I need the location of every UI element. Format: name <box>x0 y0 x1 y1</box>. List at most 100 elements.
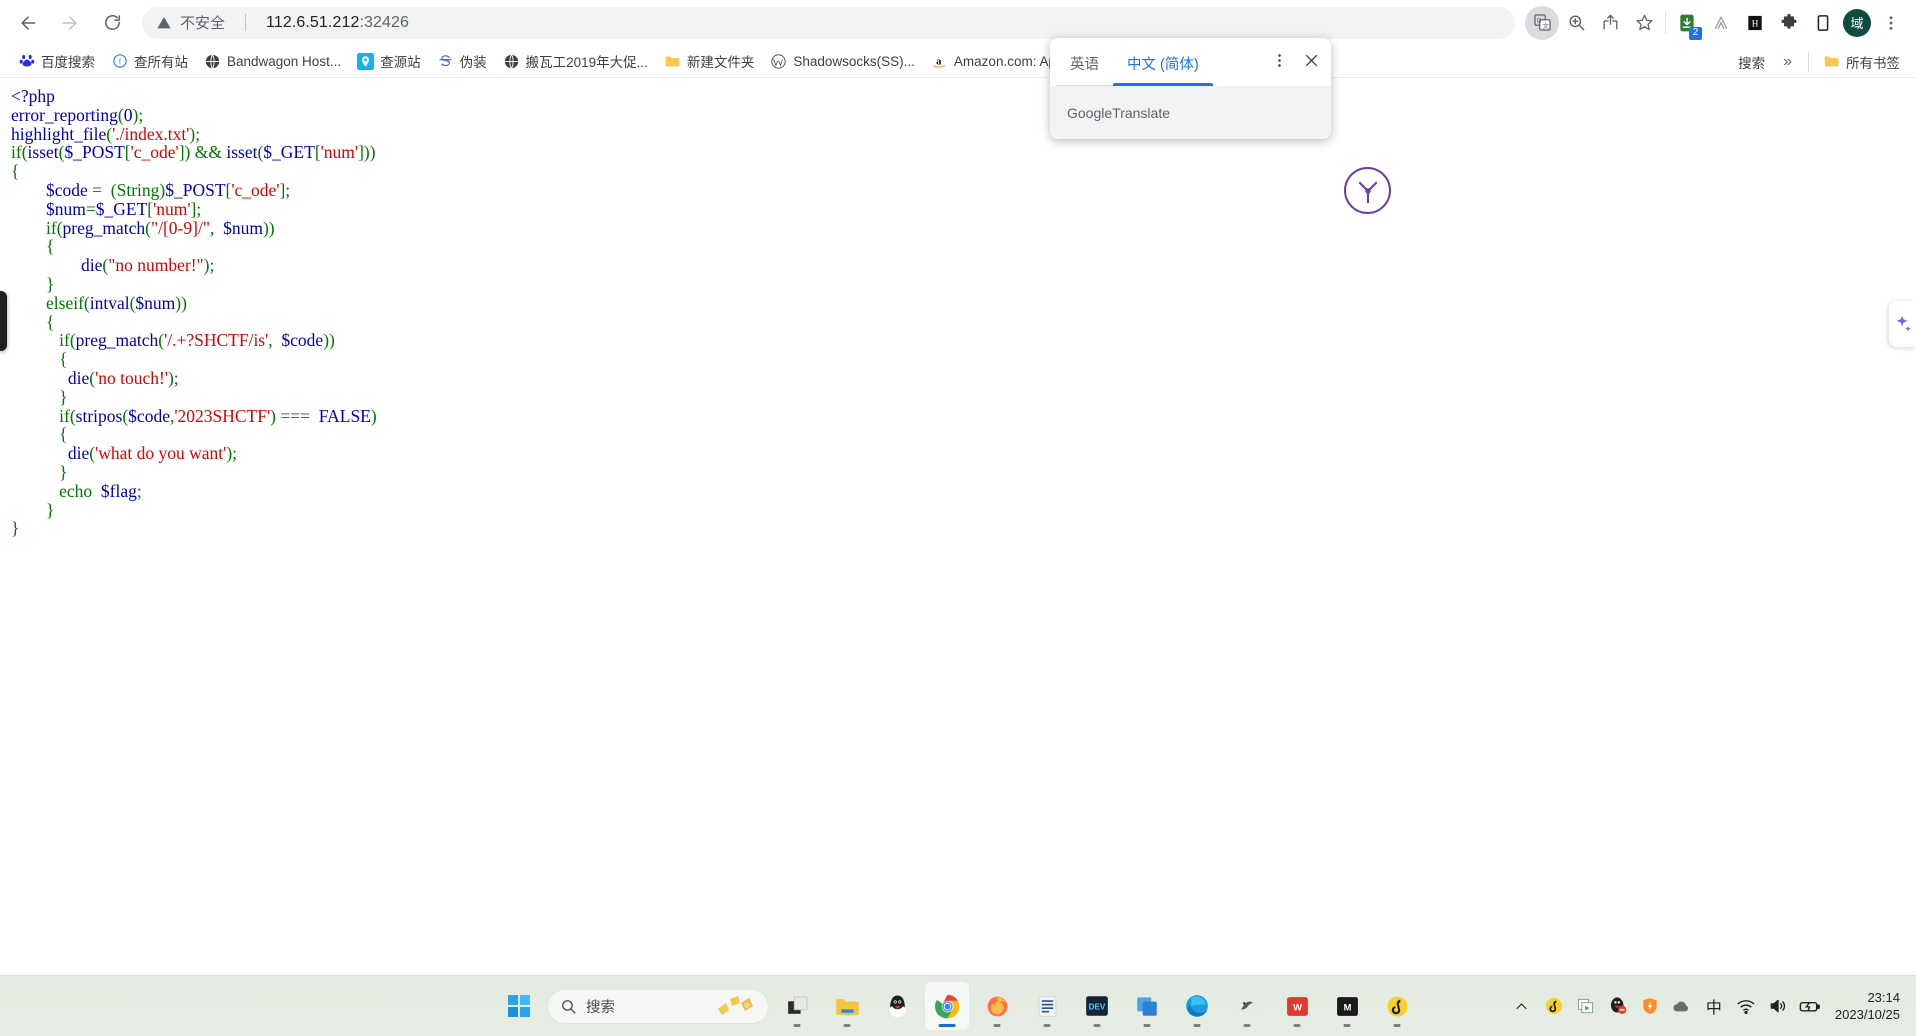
taskbar-netease[interactable] <box>1375 982 1419 1030</box>
bookmark-item[interactable]: Bandwagon Host... <box>196 50 349 73</box>
bookmark-label: 百度搜索 <box>41 55 95 70</box>
taskbar-file-explorer[interactable] <box>825 982 869 1030</box>
translate-tab-target[interactable]: 中文 (简体) <box>1113 40 1213 86</box>
bookmark-item[interactable]: 搬瓦工2019年大促... <box>495 48 656 74</box>
chrome-menu-icon[interactable] <box>1874 6 1908 40</box>
folder-icon <box>1823 53 1840 70</box>
tray-qq-icon[interactable] <box>1603 989 1633 1023</box>
close-icon[interactable] <box>1297 46 1325 74</box>
tray-wifi-icon[interactable] <box>1731 989 1761 1023</box>
code-line: if(preg_match("/[0-9]/", $num)) <box>11 218 377 238</box>
bookmark-item[interactable]: Shadowsocks(SS)... <box>762 50 923 73</box>
code-token: preg_match <box>75 330 159 351</box>
bookmark-item[interactable]: 百度搜索 <box>10 48 103 74</box>
tray-shield-icon[interactable] <box>1635 989 1665 1023</box>
code-line: } <box>11 500 377 520</box>
start-button[interactable] <box>497 982 541 1030</box>
taskbar-search[interactable]: 搜索 <box>547 988 769 1024</box>
tray-ime-icon[interactable]: 中 <box>1699 989 1729 1023</box>
bookmark-folder[interactable]: 新建文件夹 <box>656 48 763 74</box>
taskbar-vmware[interactable] <box>1125 982 1169 1030</box>
omnibox-divider <box>245 14 247 31</box>
back-button[interactable] <box>10 5 46 41</box>
site-logo-icon <box>1344 167 1391 214</box>
profile-avatar[interactable]: 域 <box>1840 6 1874 40</box>
taskbar-firefox[interactable] <box>975 982 1019 1030</box>
code-token: } <box>11 386 68 407</box>
extensions-puzzle-icon[interactable] <box>1772 6 1806 40</box>
taskbar-dev[interactable]: DEV <box>1075 982 1119 1030</box>
tray-battery-icon[interactable] <box>1795 989 1825 1023</box>
code-line: die('what do you want'); <box>11 444 377 463</box>
svg-text:a: a <box>936 56 942 67</box>
taskbar-word[interactable] <box>1025 982 1069 1030</box>
tray-cloud-icon[interactable] <box>1667 989 1697 1023</box>
code-token: , <box>268 330 278 351</box>
svg-text:f: f <box>118 57 121 66</box>
bookmark-label: 查所有站 <box>134 55 188 70</box>
tray-chevron-up-icon[interactable] <box>1507 989 1537 1023</box>
globe-icon <box>204 53 221 70</box>
translate-footer: Google Translate <box>1050 86 1331 139</box>
code-token: '2023SHCTF' <box>174 405 271 426</box>
taskbar-chrome[interactable] <box>925 982 969 1030</box>
bookmarks-bar-right: 搜索 » 所有书签 <box>1732 45 1916 77</box>
tray-netease-icon[interactable] <box>1539 989 1569 1023</box>
translate-icon[interactable]: G文 <box>1525 5 1559 40</box>
code-line: $num=$_GET['num']; <box>11 198 377 219</box>
taskbar-wps[interactable]: W <box>1275 982 1319 1030</box>
bookmark-label: 伪装 <box>459 55 487 70</box>
code-token: 'num' <box>153 198 191 219</box>
taskbar-center-group: 搜索 DEV W M <box>497 982 1419 1030</box>
all-bookmarks-button[interactable]: 所有书签 <box>1815 49 1908 75</box>
code-token: die <box>81 255 103 276</box>
code-line: } <box>11 519 377 538</box>
forward-button[interactable] <box>52 5 88 41</box>
code-token: ; <box>195 123 201 144</box>
more-vertical-icon[interactable] <box>1265 46 1293 74</box>
bookmark-item[interactable]: 伪装 <box>429 48 495 74</box>
taskbar-qq[interactable] <box>875 982 919 1030</box>
code-token: intval <box>89 292 130 313</box>
extension-hackbar-icon[interactable]: H <box>1738 6 1772 40</box>
translate-popup: 英语 中文 (简体) Google Translate <box>1050 38 1331 139</box>
browser-toolbar: 不安全 112.6.51.212:32426 G文 2 H 域 <box>0 0 1916 45</box>
side-panel-icon[interactable] <box>1806 6 1840 40</box>
left-edge-panel-handle[interactable] <box>0 291 7 351</box>
bookmarks-overflow-chevron[interactable]: » <box>1773 53 1802 71</box>
all-bookmarks-label: 所有书签 <box>1846 55 1900 71</box>
bookmark-label: Shadowsocks(SS)... <box>793 53 915 69</box>
ai-sparkle-button[interactable] <box>1889 301 1916 347</box>
taskbar-clock[interactable]: 23:14 2023/10/25 <box>1835 989 1904 1023</box>
tray-volume-icon[interactable] <box>1763 989 1793 1023</box>
taskbar-music[interactable]: M <box>1325 982 1369 1030</box>
clock-time: 23:14 <box>1867 990 1900 1005</box>
bookmark-item[interactable]: 查源站 <box>349 48 429 74</box>
zoom-icon[interactable] <box>1559 6 1593 40</box>
chrome-window: 不安全 112.6.51.212:32426 G文 2 H 域 百度搜索 f 查… <box>0 0 1916 975</box>
code-token: './index.txt' <box>112 123 190 144</box>
search-icon <box>562 999 576 1014</box>
bookmark-label: 查源站 <box>380 55 421 70</box>
taskbar-edge[interactable] <box>1175 982 1219 1030</box>
amazon-icon: a <box>931 53 948 70</box>
taskbar-hashcat[interactable] <box>1225 982 1269 1030</box>
translate-tab-source[interactable]: 英语 <box>1056 40 1113 86</box>
bookmark-item[interactable]: f 查所有站 <box>103 48 196 74</box>
tray-screen-recorder-icon[interactable] <box>1571 989 1601 1023</box>
code-token: $_GET <box>263 142 315 163</box>
taskbar-task-view[interactable] <box>775 982 819 1030</box>
translate-actions <box>1265 46 1325 86</box>
reload-button[interactable] <box>94 5 130 41</box>
bookmark-star-icon[interactable] <box>1627 6 1661 40</box>
code-line: $code = (String)$_POST['c_ode']; <box>11 181 377 200</box>
share-icon[interactable] <box>1593 6 1627 40</box>
address-bar[interactable]: 不安全 112.6.51.212:32426 <box>142 6 1515 39</box>
extension-adblock-icon[interactable] <box>1704 6 1738 40</box>
bookmarks-overflow-label[interactable]: 搜索 <box>1732 52 1771 72</box>
bookmarks-bar: 百度搜索 f 查所有站 Bandwagon Host... 查源站 伪装 搬瓦工… <box>0 45 1916 78</box>
extension-downloader-icon[interactable]: 2 <box>1670 6 1704 40</box>
